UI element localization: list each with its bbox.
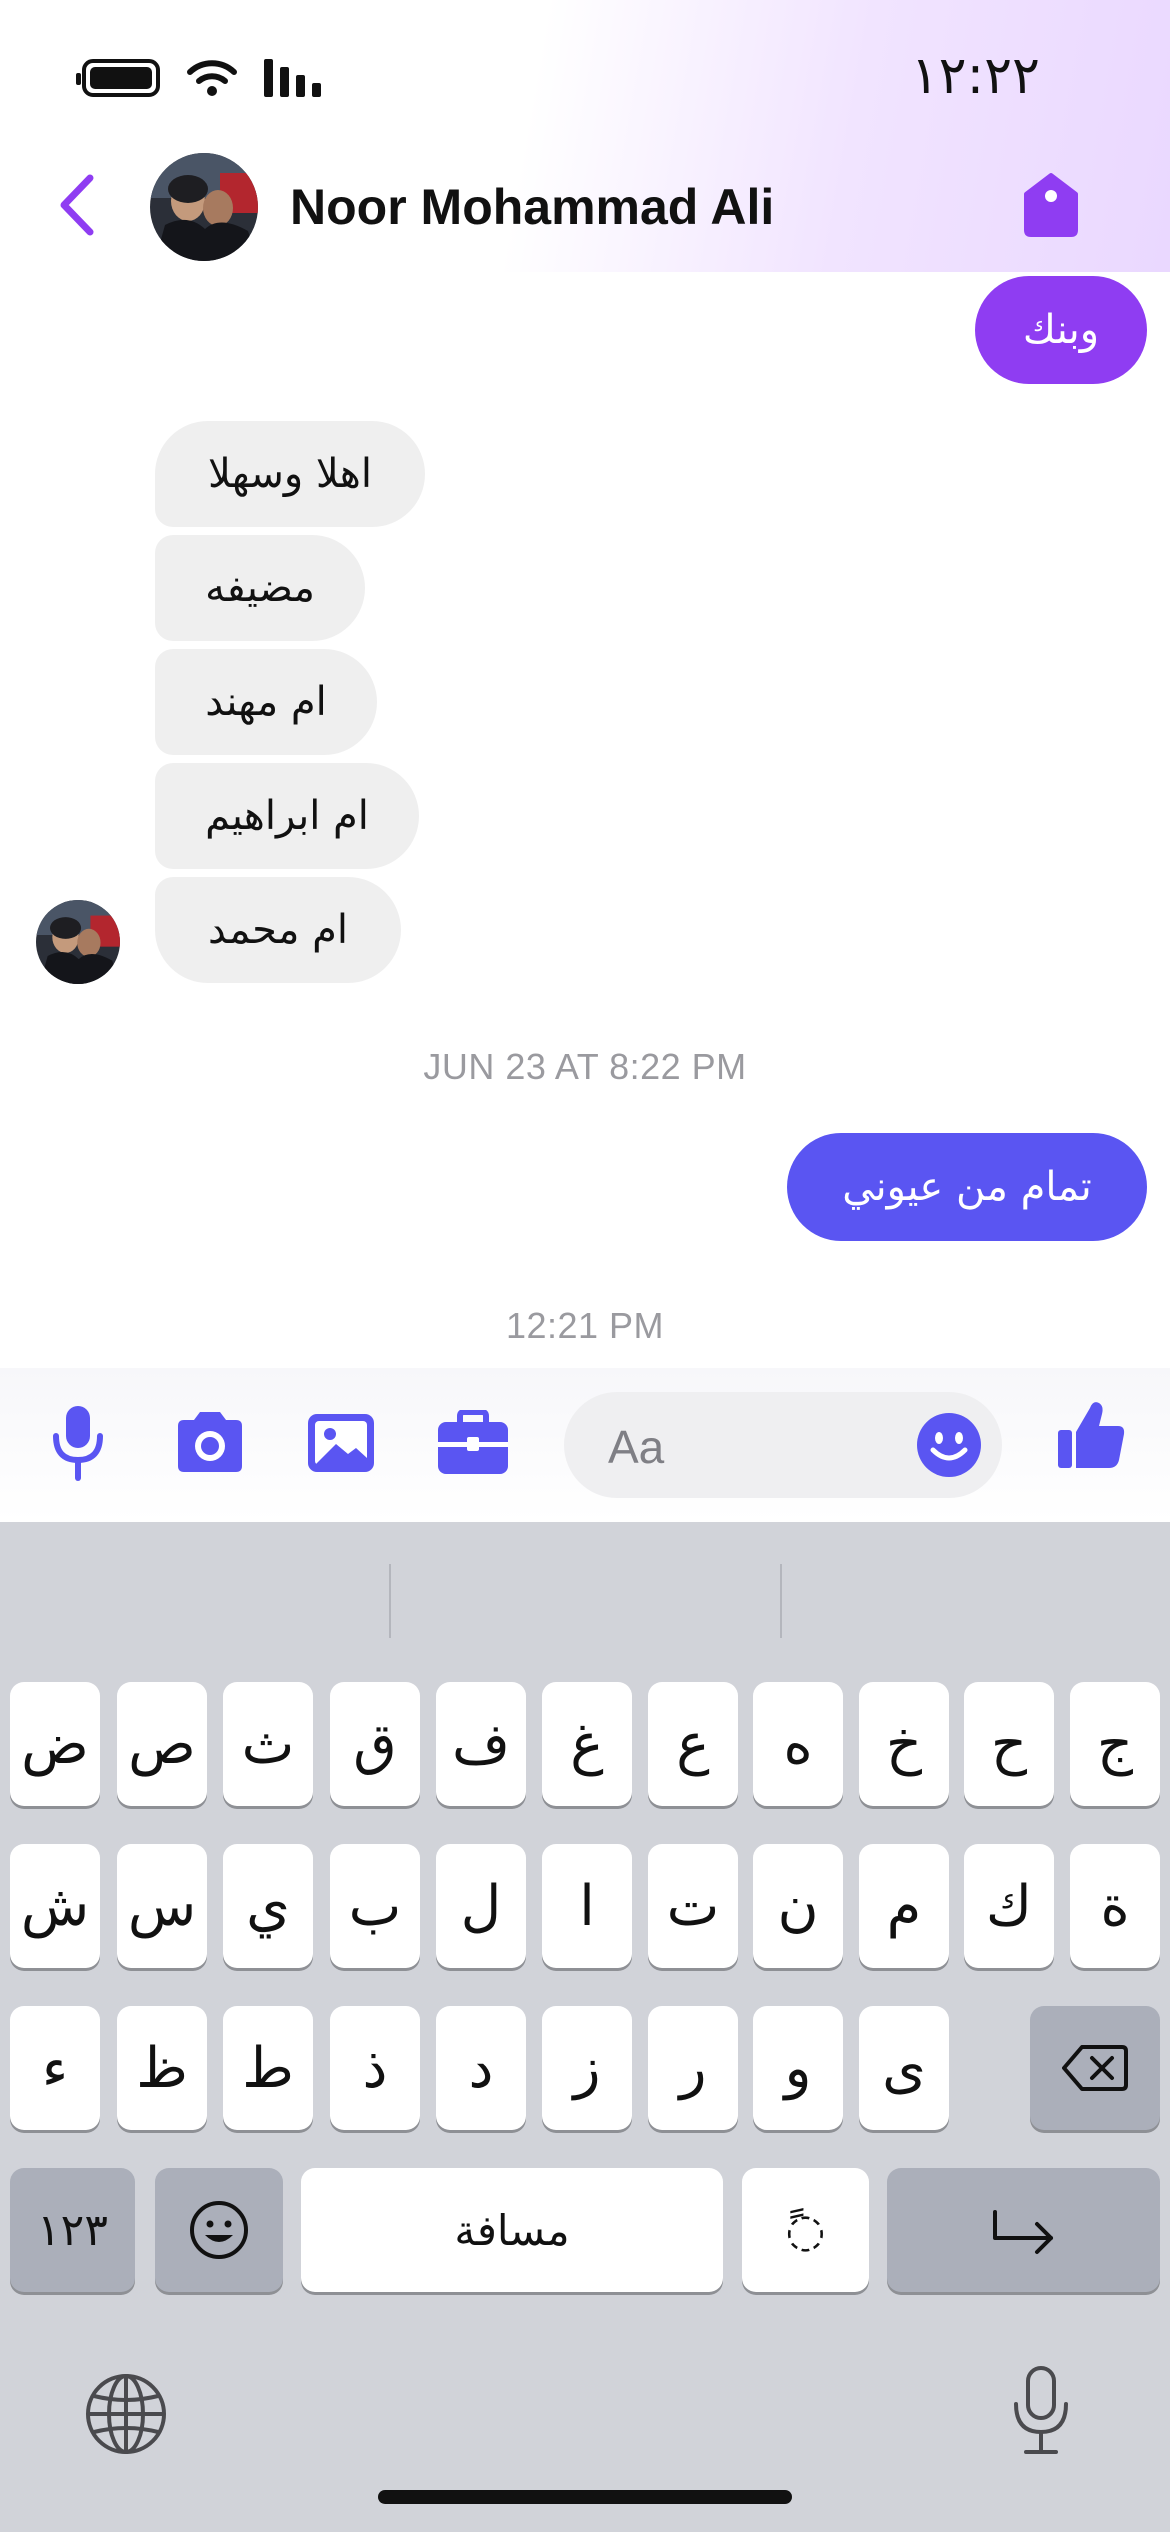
key[interactable]: ظ <box>117 2006 207 2130</box>
microphone-icon[interactable] <box>50 1404 106 1484</box>
key[interactable]: ر <box>648 2006 738 2130</box>
key[interactable]: ه <box>753 1682 843 1806</box>
emoji-keyboard-icon <box>190 2201 248 2259</box>
key[interactable]: ك <box>964 1844 1054 1968</box>
key[interactable]: ص <box>117 1682 207 1806</box>
emoji-icon[interactable] <box>916 1412 982 1478</box>
battery-icon <box>76 59 160 97</box>
status-icons <box>76 58 321 98</box>
key[interactable]: ل <box>436 1844 526 1968</box>
key[interactable]: ى <box>859 2006 949 2130</box>
numbers-key[interactable]: ١٢٣ <box>10 2168 135 2292</box>
thumbs-up-icon[interactable] <box>1056 1398 1126 1470</box>
key[interactable]: ع <box>648 1682 738 1806</box>
backspace-icon <box>1062 2045 1128 2091</box>
cellular-signal-icon <box>264 59 321 97</box>
key[interactable]: ن <box>753 1844 843 1968</box>
key[interactable]: غ <box>542 1682 632 1806</box>
camera-icon[interactable] <box>172 1410 248 1474</box>
key[interactable]: م <box>859 1844 949 1968</box>
message-timestamp: JUN 23 AT 8:22 PM <box>423 1046 747 1087</box>
incoming-message[interactable]: اهلا وسهلا <box>155 421 425 527</box>
sender-avatar[interactable] <box>36 900 120 984</box>
key[interactable]: ح <box>964 1682 1054 1806</box>
key[interactable]: ط <box>223 2006 313 2130</box>
incoming-message[interactable]: ام مهند <box>155 649 377 755</box>
return-key[interactable] <box>887 2168 1160 2292</box>
key[interactable]: ت <box>648 1844 738 1968</box>
key[interactable]: ء <box>10 2006 100 2130</box>
key[interactable]: ب <box>330 1844 420 1968</box>
return-icon <box>992 2210 1053 2254</box>
message-placeholder: Aa <box>608 1421 665 1473</box>
suggestion-divider <box>389 1564 391 1638</box>
key[interactable]: ي <box>223 1844 313 1968</box>
globe-icon[interactable] <box>84 2372 168 2456</box>
space-key[interactable]: مسافة <box>301 2168 723 2292</box>
key[interactable]: ا <box>542 1844 632 1968</box>
chevron-left-icon[interactable] <box>52 170 102 240</box>
dictation-mic-icon[interactable] <box>1010 2364 1072 2458</box>
key[interactable]: خ <box>859 1682 949 1806</box>
key[interactable]: ض <box>10 1682 100 1806</box>
incoming-message[interactable]: ام ابراهيم <box>155 763 419 869</box>
key[interactable]: و <box>753 2006 843 2130</box>
contact-name[interactable]: Noor Mohammad Ali <box>290 178 774 236</box>
message-timestamp: 12:21 PM <box>505 1305 665 1346</box>
key[interactable]: ق <box>330 1682 420 1806</box>
diacritic-key[interactable]: ً◌ <box>742 2168 869 2292</box>
key[interactable]: ش <box>10 1844 100 1968</box>
image-icon[interactable] <box>306 1412 376 1474</box>
message-input[interactable]: Aa <box>564 1392 1002 1498</box>
key[interactable]: ز <box>542 2006 632 2130</box>
key[interactable]: ف <box>436 1682 526 1806</box>
wifi-icon <box>187 60 237 96</box>
briefcase-icon[interactable] <box>436 1410 510 1476</box>
avatar[interactable] <box>150 153 258 261</box>
key[interactable]: د <box>436 2006 526 2130</box>
backspace-key[interactable] <box>1030 2006 1160 2130</box>
tag-icon[interactable] <box>1022 172 1080 238</box>
chat-header: ١٢:٢٢ Noor Mohammad Ali <box>0 0 1170 272</box>
status-time: ١٢:٢٢ <box>910 46 1040 106</box>
emoji-keyboard-key[interactable] <box>155 2168 283 2292</box>
message-composer: Aa <box>0 1368 1170 1522</box>
outgoing-message[interactable]: تمام من عيوني <box>787 1133 1147 1241</box>
outgoing-message[interactable]: وبنك <box>975 276 1147 384</box>
key[interactable]: س <box>117 1844 207 1968</box>
key[interactable]: ج <box>1070 1682 1160 1806</box>
key[interactable]: ة <box>1070 1844 1160 1968</box>
incoming-message[interactable]: مضيفه <box>155 535 365 641</box>
home-indicator[interactable] <box>378 2490 792 2504</box>
keyboard: ج ح خ ه ع غ ف ق ث ص ض ة ك م ن ت ا ل ب ي … <box>0 1522 1170 2532</box>
key[interactable]: ذ <box>330 2006 420 2130</box>
key[interactable]: ث <box>223 1682 313 1806</box>
incoming-message[interactable]: ام محمد <box>155 877 401 983</box>
suggestion-divider <box>780 1564 782 1638</box>
